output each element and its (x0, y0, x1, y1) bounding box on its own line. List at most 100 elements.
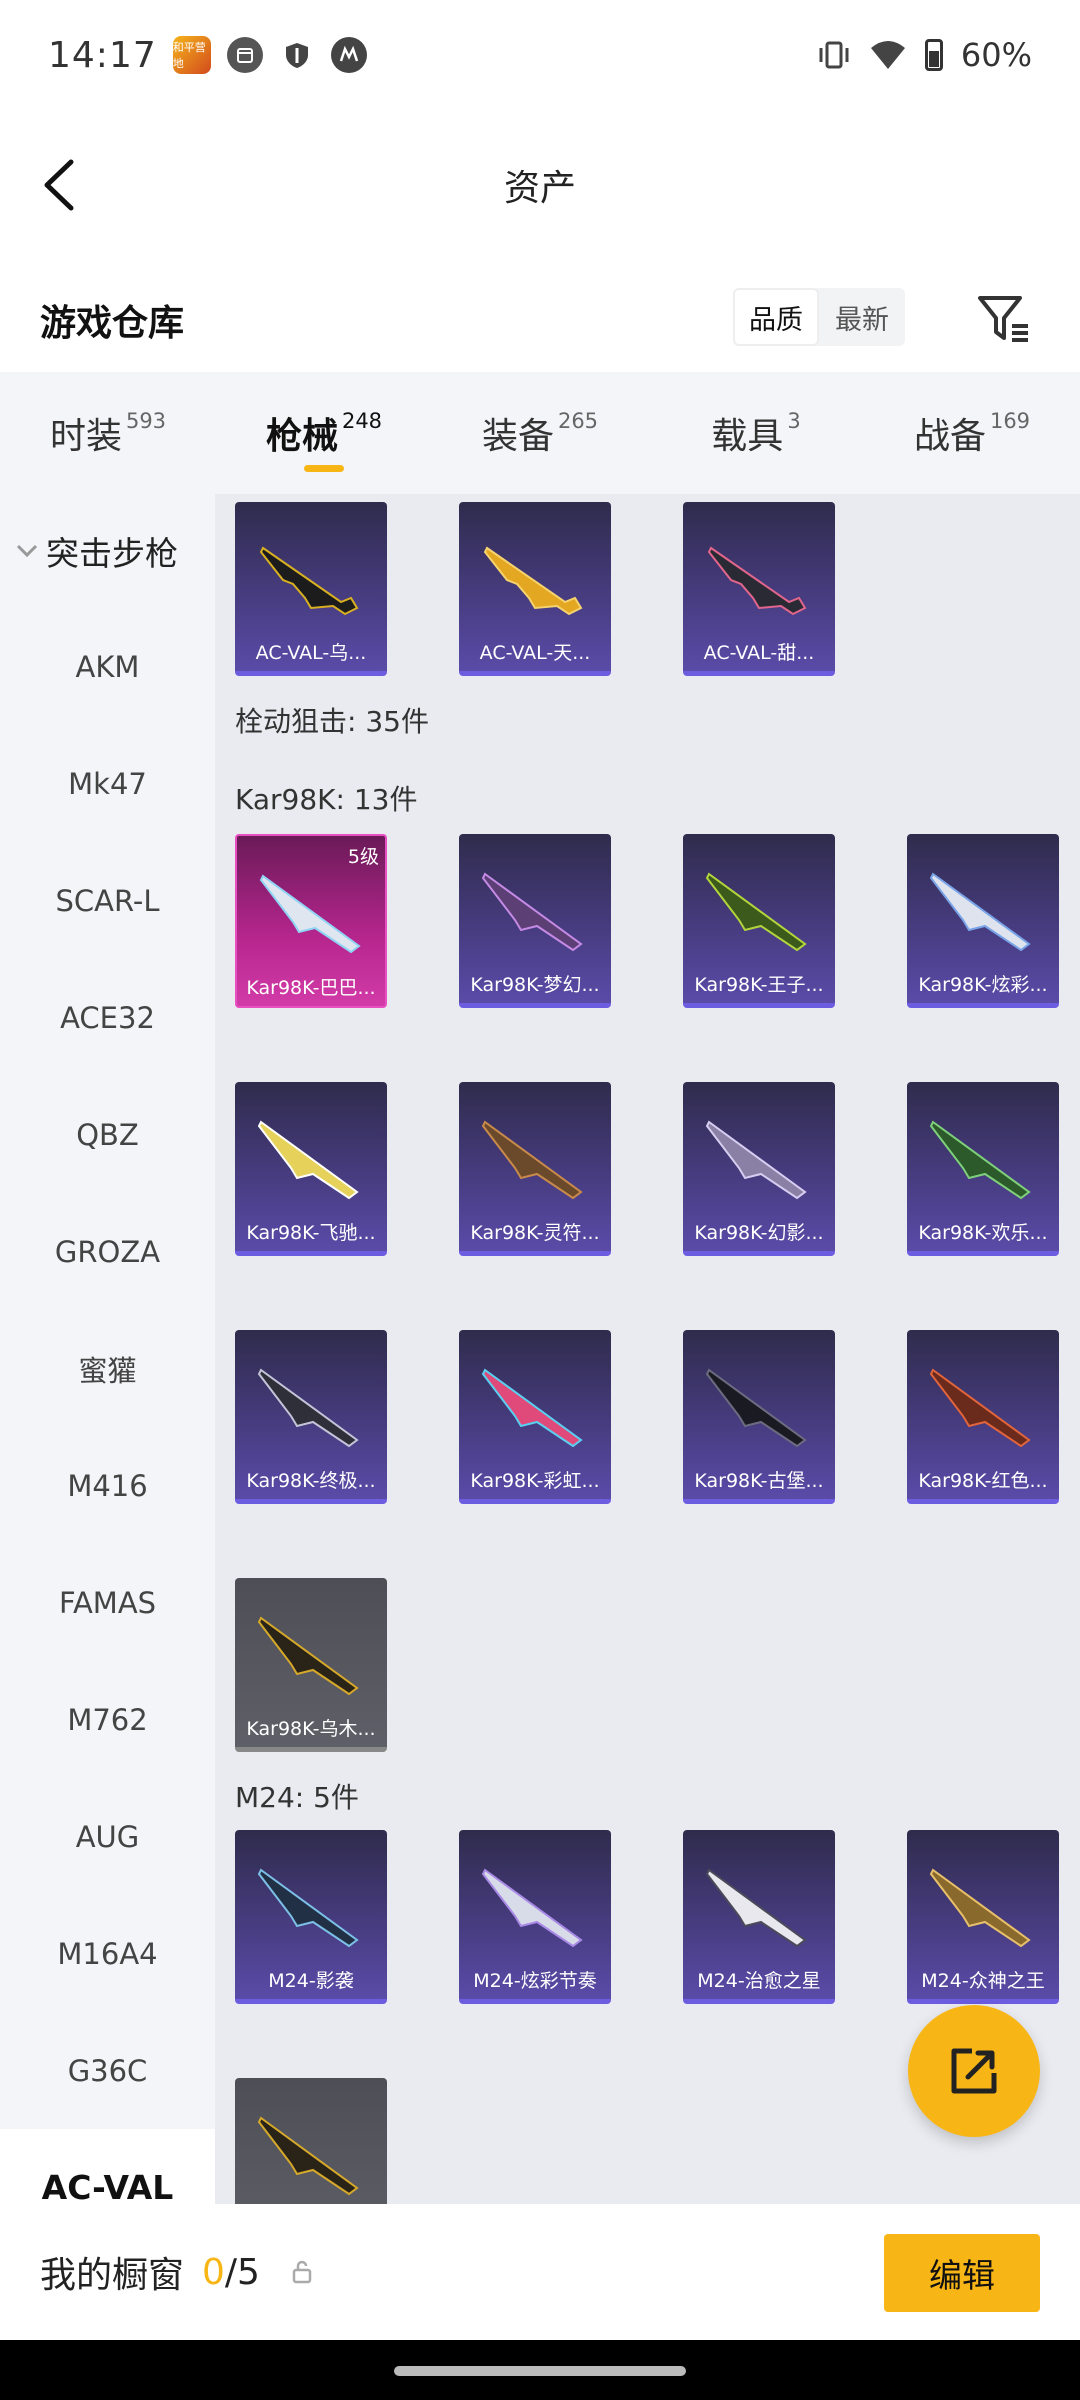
app-notification-icon: 和平营地 (172, 36, 211, 74)
status-bar: 14:17 和平营地 60% (0, 0, 1080, 110)
battery-icon (924, 39, 943, 71)
weapon-skin-grid: AC-VAL-乌... AC-VAL-天... AC-VAL-甜... 栓动狙击… (215, 494, 1080, 2204)
back-button[interactable] (32, 158, 86, 212)
calendar-icon (226, 37, 263, 73)
rifle-icon (257, 1368, 359, 1448)
weapon-card[interactable]: Kar98K-王子... (683, 834, 835, 1008)
sidebar-item-qbz[interactable]: QBZ (0, 1076, 215, 1193)
weapon-card[interactable]: M24-众神之王 (907, 1830, 1059, 2004)
weapon-card-name: Kar98K-红色... (918, 1470, 1048, 1492)
weapon-card-name: Kar98K-终极... (246, 1470, 376, 1492)
weapon-card-name: M24-炫彩节奏 (473, 1970, 597, 1992)
sidebar-item-ace32[interactable]: ACE32 (0, 959, 215, 1076)
weapon-card-name: AC-VAL-天... (479, 642, 591, 664)
weapon-card[interactable]: M24-炫彩节奏 (459, 1830, 611, 2004)
sidebar-item-groza[interactable]: GROZA (0, 1193, 215, 1310)
weapon-card[interactable] (235, 2078, 387, 2204)
tab-label: 载具 (711, 416, 784, 457)
sidebar-item-m762[interactable]: M762 (0, 1661, 215, 1778)
weapon-card[interactable]: Kar98K-欢乐... (907, 1082, 1059, 1256)
weapon-card[interactable]: AC-VAL-乌... (235, 502, 387, 676)
tab-equipment[interactable]: 装备 265 (432, 372, 648, 494)
tab-weapons[interactable]: 枪械 248 (216, 372, 432, 494)
weapon-card[interactable]: Kar98K-古堡... (683, 1330, 835, 1504)
rifle-icon (705, 1368, 807, 1448)
weapon-card[interactable]: Kar98K-炫彩... (907, 834, 1059, 1008)
sidebar-item-famas[interactable]: FAMAS (0, 1544, 215, 1661)
weapon-card-name: Kar98K-古堡... (694, 1470, 824, 1492)
rifle-icon (481, 1368, 583, 1448)
external-link-icon (951, 2048, 997, 2094)
tab-label: 枪械 (265, 416, 338, 457)
sidebar-item-m416[interactable]: M416 (0, 1427, 215, 1544)
weapon-card-name: Kar98K-飞驰... (246, 1222, 376, 1244)
weapon-card[interactable]: M24-治愈之星 (683, 1830, 835, 2004)
sort-quality-button[interactable]: 品质 (733, 288, 819, 346)
weapon-card-name: AC-VAL-甜... (703, 642, 815, 664)
share-button[interactable] (908, 2005, 1040, 2137)
weapon-card[interactable]: M24-影袭 (235, 1830, 387, 2004)
sidebar-item-honey-badger[interactable]: 蜜獾 (0, 1310, 215, 1427)
tab-label: 战备 (913, 416, 986, 457)
weapon-card[interactable]: Kar98K-乌木... (235, 1578, 387, 1752)
rifle-icon (259, 546, 359, 616)
weapon-card-name: M24-影袭 (268, 1970, 354, 1992)
tab-supplies[interactable]: 战备 169 (864, 372, 1080, 494)
category-tabs: 时装 593 枪械 248 装备 265 载具 3 战备 169 (0, 372, 1080, 494)
edit-button[interactable]: 编辑 (884, 2234, 1040, 2312)
tab-fashion[interactable]: 时装 593 (0, 372, 216, 494)
weapon-card[interactable]: Kar98K-红色... (907, 1330, 1059, 1504)
sidebar-item-ac-val[interactable]: AC-VAL (0, 2129, 215, 2204)
weapon-card-name: Kar98K-梦幻... (470, 974, 600, 996)
weapon-card[interactable]: Kar98K-飞驰... (235, 1082, 387, 1256)
weapon-card-name: Kar98K-炫彩... (918, 974, 1048, 996)
weapon-card[interactable]: AC-VAL-天... (459, 502, 611, 676)
rifle-icon (929, 1120, 1031, 1200)
sidebar-item-g36c[interactable]: G36C (0, 2012, 215, 2129)
rifle-icon (929, 872, 1031, 952)
m24-group-label: M24: 5件 (235, 1781, 359, 1814)
sidebar-item-akm[interactable]: AKM (0, 608, 215, 725)
tab-vehicles[interactable]: 载具 3 (648, 372, 864, 494)
warehouse-row: 游戏仓库 品质 最新 (0, 270, 1080, 370)
weapon-type-sidebar: 突击步枪 AKM Mk47 SCAR-L ACE32 QBZ GROZA 蜜獾 … (0, 494, 215, 2204)
weapon-card[interactable]: Kar98K-幻影... (683, 1082, 835, 1256)
sort-latest-button[interactable]: 最新 (819, 288, 905, 346)
rifle-icon (481, 872, 583, 952)
weapon-card[interactable]: Kar98K-梦幻... (459, 834, 611, 1008)
weapon-card[interactable]: Kar98K-终极... (235, 1330, 387, 1504)
motorola-icon (330, 37, 367, 73)
tab-label: 装备 (481, 416, 554, 457)
sidebar-item-aug[interactable]: AUG (0, 1778, 215, 1895)
sidebar-group-label: 突击步枪 (46, 534, 178, 573)
weapon-card[interactable]: Kar98K-灵符... (459, 1082, 611, 1256)
filter-button[interactable] (972, 286, 1036, 350)
sidebar-item-mk47[interactable]: Mk47 (0, 725, 215, 842)
rifle-icon (929, 1868, 1031, 1948)
rifle-icon (707, 546, 807, 616)
home-gesture-handle[interactable] (394, 2366, 686, 2376)
tab-count: 248 (341, 409, 383, 433)
rifle-icon (257, 1616, 359, 1696)
weapon-card-name: Kar98K-乌木... (246, 1718, 376, 1740)
weapon-card[interactable]: 5级 Kar98K-巴巴... (235, 834, 387, 1008)
vibrate-icon (819, 41, 849, 69)
sidebar-item-m16a4[interactable]: M16A4 (0, 1895, 215, 2012)
wifi-icon (870, 41, 905, 69)
rifle-icon (483, 546, 583, 616)
weapon-card-name: AC-VAL-乌... (255, 642, 367, 664)
sidebar-group-assault-rifle[interactable]: 突击步枪 (0, 494, 215, 608)
chevron-down-icon (16, 539, 38, 564)
weapon-card-name: Kar98K-欢乐... (918, 1222, 1048, 1244)
showcase-label: 我的橱窗 (40, 2255, 185, 2296)
weapon-card[interactable]: Kar98K-彩虹... (459, 1330, 611, 1504)
sort-toggle: 品质 最新 (733, 288, 905, 346)
status-right: 60% (817, 36, 1032, 74)
showcase-bar: 我的橱窗 0 /5 编辑 (0, 2204, 1080, 2340)
sidebar-item-scar-l[interactable]: SCAR-L (0, 842, 215, 959)
rifle-icon (481, 1868, 583, 1948)
tab-label: 时装 (49, 416, 122, 457)
rifle-icon (705, 872, 807, 952)
weapon-card-name: Kar98K-灵符... (470, 1222, 600, 1244)
weapon-card[interactable]: AC-VAL-甜... (683, 502, 835, 676)
